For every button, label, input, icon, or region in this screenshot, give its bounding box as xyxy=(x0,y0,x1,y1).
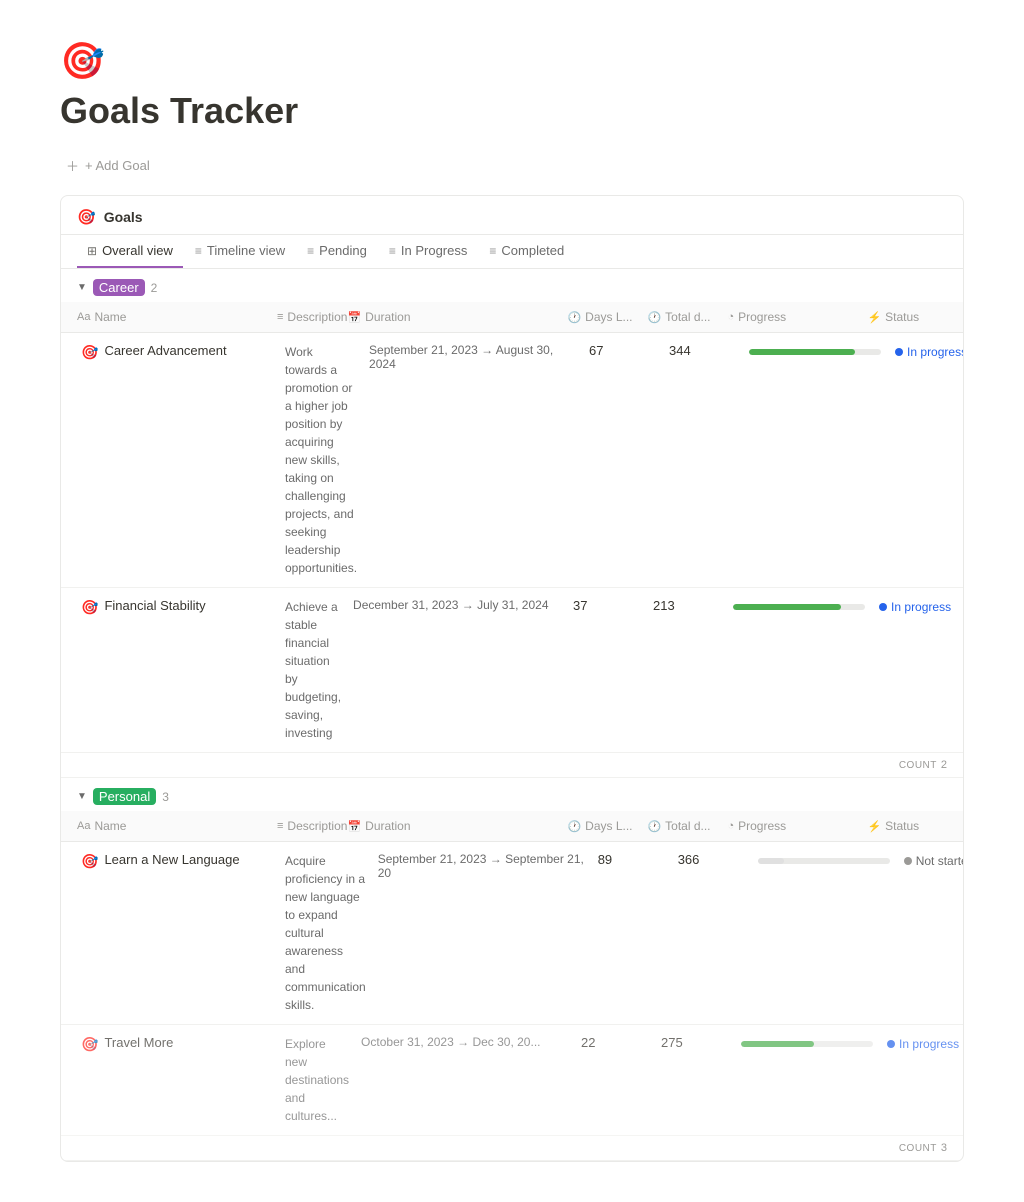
career-count-row: COUNT 2 xyxy=(61,753,963,778)
tab-in-progress-icon: ≡ xyxy=(389,244,396,258)
cell-name-learn-new-language: 🎯 Learn a New Language xyxy=(77,846,277,876)
cell-status-financial-stability: In progress xyxy=(869,592,964,622)
table-row[interactable]: 🎯 Learn a New Language Acquire proficien… xyxy=(61,842,963,1025)
col-days-left-career: 🕐 Days L... xyxy=(567,306,647,328)
col-name-career: Aa Name xyxy=(77,306,277,328)
tab-in-progress[interactable]: ≡ In Progress xyxy=(379,235,478,268)
status-dot-in-progress xyxy=(887,1040,895,1048)
database-header: 🎯 Goals xyxy=(61,196,963,235)
cell-days-left-learn-new-language: 89 xyxy=(594,846,674,873)
tabs-row: ⊞ Overall view ≡ Timeline view ≡ Pending… xyxy=(61,235,963,269)
cell-desc-travel-more: Explore new destinations and cultures... xyxy=(277,1029,357,1131)
database-container: 🎯 Goals ⊞ Overall view ≡ Timeline view ≡… xyxy=(60,195,964,1162)
goal-icon: 🎯 xyxy=(81,853,98,870)
table-row[interactable]: 🎯 Travel More Explore new destinations a… xyxy=(61,1025,963,1136)
cell-progress-career-advancement xyxy=(745,337,885,361)
tab-pending-label: Pending xyxy=(319,243,367,258)
table-row[interactable]: 🎯 Financial Stability Achieve a stable f… xyxy=(61,588,963,753)
add-goal-button[interactable]: ＋ + Add Goal xyxy=(60,152,156,179)
cell-desc-learn-new-language: Acquire proficiency in a new language to… xyxy=(277,846,374,1020)
cell-duration-learn-new-language: September 21, 2023 → September 21, 20 xyxy=(374,846,594,886)
cell-name-financial-stability: 🎯 Financial Stability xyxy=(77,592,277,622)
personal-count-label: COUNT xyxy=(899,1143,937,1154)
status-dot-in-progress xyxy=(895,348,903,356)
col-duration-career: 📅 Duration xyxy=(347,306,567,328)
cell-status-learn-new-language: Not started xyxy=(894,846,964,876)
cell-total-d-career-advancement: 344 xyxy=(665,337,745,364)
cell-progress-travel-more xyxy=(737,1029,877,1053)
personal-count-row: COUNT 3 xyxy=(61,1136,963,1161)
page-title: Goals Tracker xyxy=(60,90,964,132)
cell-name-career-advancement: 🎯 Career Advancement xyxy=(77,337,277,367)
tab-overall-view-label: Overall view xyxy=(102,243,173,258)
tab-completed-icon: ≡ xyxy=(489,244,496,258)
career-count-value: 2 xyxy=(941,759,947,771)
col-progress-personal: ◔ Progress xyxy=(727,815,867,837)
group-header-personal: ▼ Personal 3 xyxy=(61,778,963,811)
goal-icon: 🎯 xyxy=(81,1036,98,1053)
tab-overall-view-icon: ⊞ xyxy=(87,244,97,258)
col-total-d-career: 🕐 Total d... xyxy=(647,306,727,328)
career-table-header: Aa Name ≡ Description 📅 Duration 🕐 Days … xyxy=(61,302,963,333)
group-count-career: 2 xyxy=(151,281,158,295)
cell-days-left-career-advancement: 67 xyxy=(585,337,665,364)
group-toggle-career[interactable]: ▼ xyxy=(77,282,87,293)
add-goal-label: + Add Goal xyxy=(85,158,150,173)
tab-overall-view[interactable]: ⊞ Overall view xyxy=(77,235,183,268)
tab-in-progress-label: In Progress xyxy=(401,243,467,258)
col-total-d-personal: 🕐 Total d... xyxy=(647,815,727,837)
cell-total-d-travel-more: 275 xyxy=(657,1029,737,1056)
goal-icon: 🎯 xyxy=(81,344,98,361)
cell-duration-financial-stability: December 31, 2023 → July 31, 2024 xyxy=(349,592,569,618)
cell-desc-career-advancement: Work towards a promotion or a higher job… xyxy=(277,337,365,583)
cell-total-d-learn-new-language: 366 xyxy=(674,846,754,873)
personal-count-value: 3 xyxy=(941,1142,947,1154)
tab-timeline-view[interactable]: ≡ Timeline view xyxy=(185,235,295,268)
cell-duration-career-advancement: September 21, 2023 → August 30, 2024 xyxy=(365,337,585,377)
cell-status-travel-more: In progress xyxy=(877,1029,964,1059)
col-status-career: ⚡ Status xyxy=(867,306,964,328)
database-icon: 🎯 xyxy=(77,208,96,226)
plus-icon: ＋ xyxy=(66,156,79,175)
col-duration-personal: 📅 Duration xyxy=(347,815,567,837)
page-icon: 🎯 xyxy=(60,40,964,82)
col-progress-career: ◔ Progress xyxy=(727,306,867,328)
goal-icon: 🎯 xyxy=(81,599,98,616)
group-toggle-personal[interactable]: ▼ xyxy=(77,791,87,802)
career-count-label: COUNT xyxy=(899,760,937,771)
tab-pending-icon: ≡ xyxy=(307,244,314,258)
cell-total-d-financial-stability: 213 xyxy=(649,592,729,619)
tab-completed[interactable]: ≡ Completed xyxy=(479,235,574,268)
col-description-career: ≡ Description xyxy=(277,306,347,328)
col-status-personal: ⚡ Status xyxy=(867,815,964,837)
cell-duration-travel-more: October 31, 2023 → Dec 30, 20... xyxy=(357,1029,577,1055)
tab-timeline-view-label: Timeline view xyxy=(207,243,285,258)
tab-pending[interactable]: ≡ Pending xyxy=(297,235,377,268)
group-label-personal: Personal xyxy=(93,788,156,805)
personal-table-header: Aa Name ≡ Description 📅 Duration 🕐 Days … xyxy=(61,811,963,842)
group-header-career: ▼ Career 2 xyxy=(61,269,963,302)
tab-timeline-view-icon: ≡ xyxy=(195,244,202,258)
cell-desc-financial-stability: Achieve a stable financial situation by … xyxy=(277,592,349,748)
col-description-personal: ≡ Description xyxy=(277,815,347,837)
col-days-left-personal: 🕐 Days L... xyxy=(567,815,647,837)
status-dot-in-progress xyxy=(879,603,887,611)
cell-status-career-advancement: In progress xyxy=(885,337,964,367)
cell-progress-learn-new-language xyxy=(754,846,894,870)
group-label-career: Career xyxy=(93,279,145,296)
col-name-personal: Aa Name xyxy=(77,815,277,837)
cell-name-travel-more: 🎯 Travel More xyxy=(77,1029,277,1059)
cell-progress-financial-stability xyxy=(729,592,869,616)
status-dot-not-started xyxy=(904,857,912,865)
database-title: Goals xyxy=(104,209,143,225)
group-count-personal: 3 xyxy=(162,790,169,804)
cell-days-left-financial-stability: 37 xyxy=(569,592,649,619)
cell-days-left-travel-more: 22 xyxy=(577,1029,657,1056)
tab-completed-label: Completed xyxy=(501,243,564,258)
table-row[interactable]: 🎯 Career Advancement Work towards a prom… xyxy=(61,333,963,588)
